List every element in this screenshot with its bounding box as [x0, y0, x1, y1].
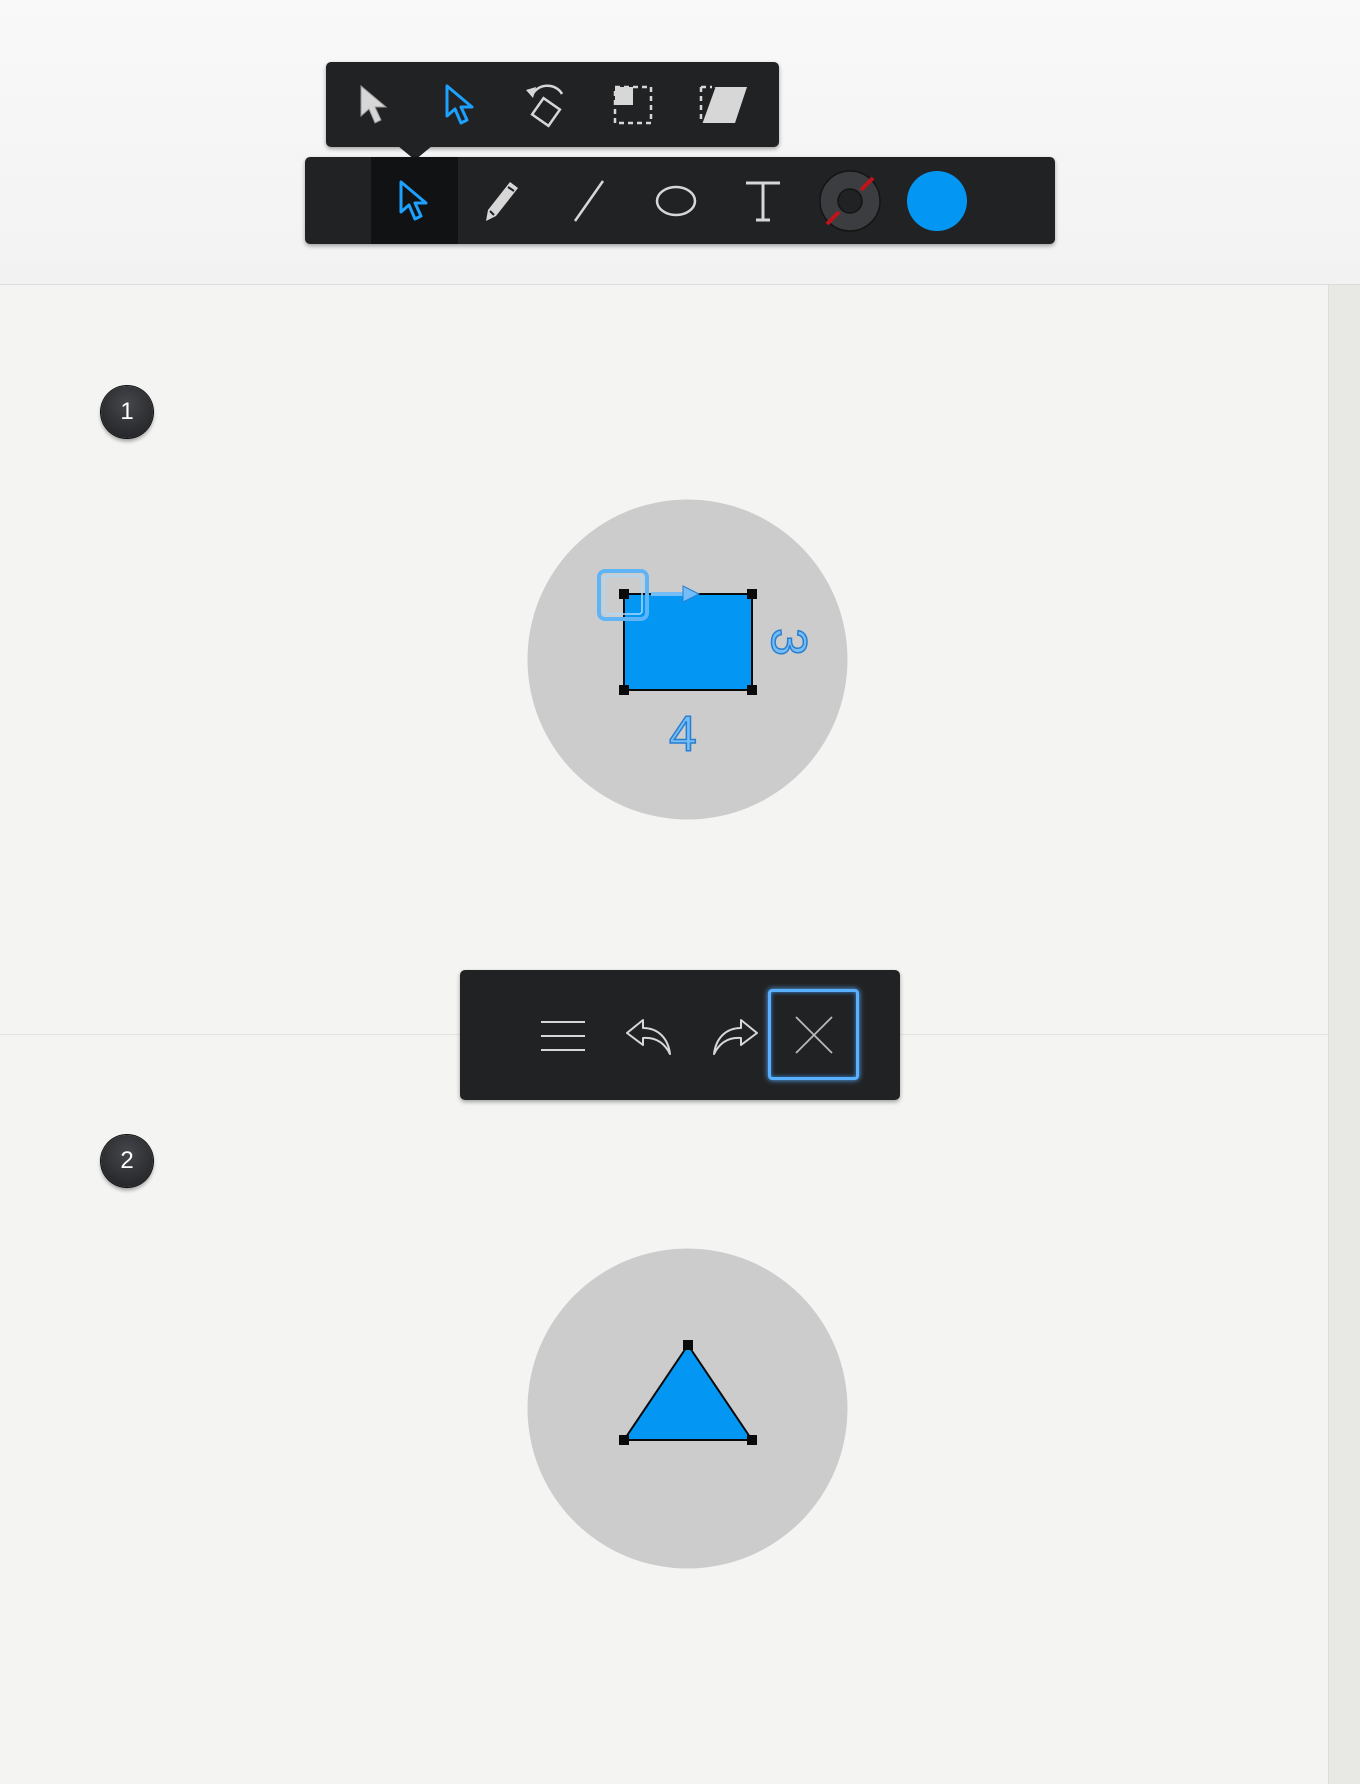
pencil-tool-button[interactable]	[458, 157, 545, 244]
close-icon	[794, 1015, 833, 1054]
fill-color-swatch	[906, 170, 967, 231]
step-badge: 2	[101, 1135, 153, 1187]
triangle-shape[interactable]	[527, 1248, 848, 1569]
stage-rectangle: 4 3	[527, 499, 848, 820]
text-icon	[745, 181, 780, 221]
rectangle-shape[interactable]	[527, 499, 848, 820]
scrollbar[interactable]	[1328, 285, 1360, 1784]
width-dimension-label: 4	[668, 706, 697, 762]
select-arrow-icon	[360, 84, 388, 124]
ellipse-icon	[655, 185, 696, 216]
pencil-icon	[485, 181, 518, 221]
ellipse-tool-button[interactable]	[632, 157, 719, 244]
step-number: 1	[120, 398, 134, 425]
select-tool-icon	[399, 180, 427, 220]
height-dimension-label: 3	[760, 627, 818, 656]
main-toolbar	[305, 157, 1055, 244]
stage-triangle	[527, 1248, 848, 1569]
line-icon	[573, 179, 604, 222]
direct-select-button[interactable]	[426, 62, 496, 147]
scale-button[interactable]	[598, 62, 668, 147]
step-number: 2	[120, 1147, 134, 1174]
menu-button[interactable]	[520, 995, 606, 1077]
select-tool-button[interactable]	[371, 157, 458, 244]
step-badge: 1	[101, 386, 153, 438]
skew-icon	[699, 85, 747, 124]
text-tool-button[interactable]	[719, 157, 806, 244]
stroke-color-swatch	[818, 169, 881, 232]
close-button[interactable]	[768, 989, 859, 1080]
drag-arrow-icon	[651, 585, 701, 603]
scale-icon	[613, 85, 653, 124]
undo-button[interactable]	[606, 995, 692, 1077]
stroke-color-button[interactable]	[806, 157, 893, 244]
rotate-button[interactable]	[512, 62, 582, 147]
select-tool-submenu	[326, 62, 779, 147]
edit-toolbar	[460, 970, 900, 1100]
undo-icon	[626, 1019, 671, 1055]
rotate-icon	[526, 84, 564, 128]
redo-icon	[713, 1019, 758, 1055]
menu-icon	[541, 1021, 585, 1051]
select-arrow-button[interactable]	[340, 62, 410, 147]
skew-button[interactable]	[684, 62, 764, 147]
fill-color-button[interactable]	[893, 157, 980, 244]
line-tool-button[interactable]	[545, 157, 632, 244]
direct-select-arrow-icon	[445, 84, 474, 124]
redo-button[interactable]	[692, 995, 778, 1077]
